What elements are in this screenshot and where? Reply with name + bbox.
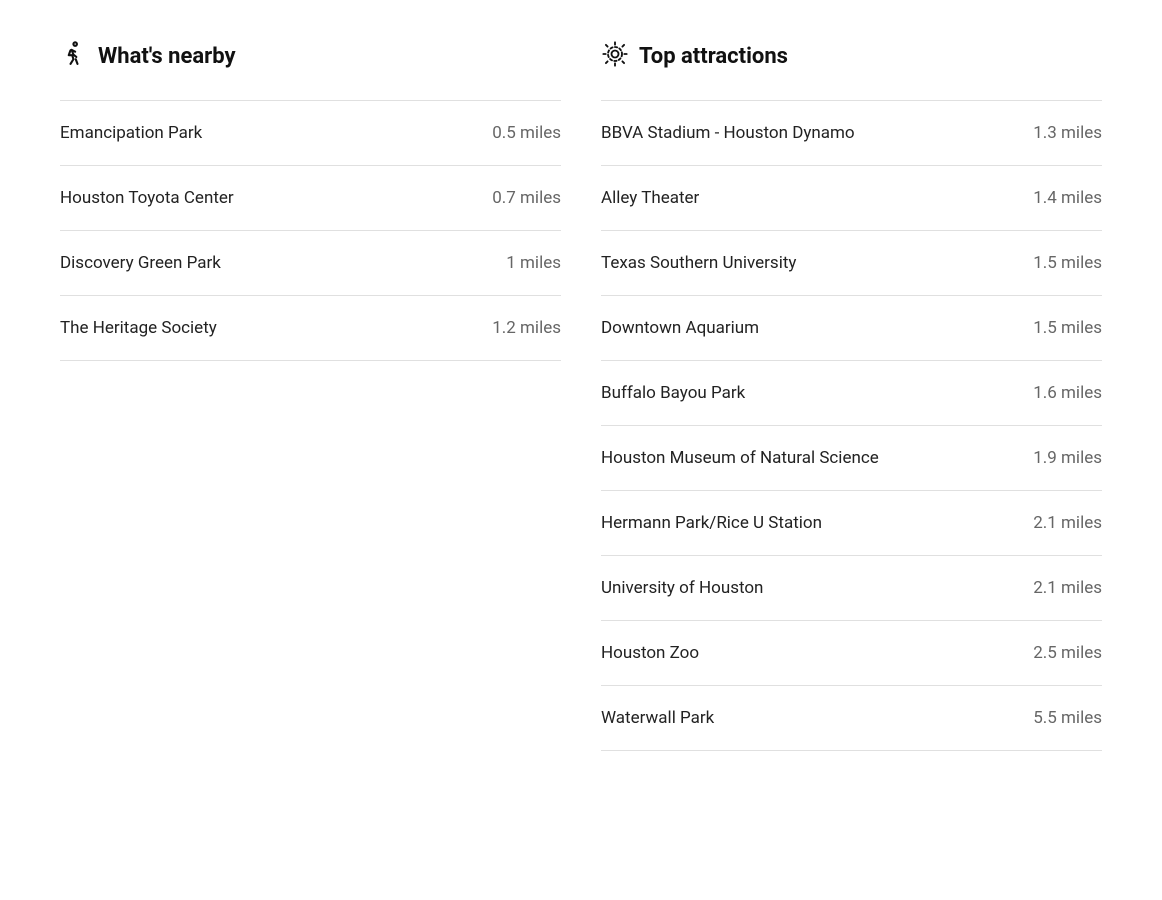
attraction-item-distance: 5.5 miles (1033, 708, 1102, 728)
attraction-item: Houston Zoo 2.5 miles (601, 621, 1102, 686)
attraction-item-name: Downtown Aquarium (601, 318, 759, 338)
nearby-item-distance: 0.5 miles (492, 123, 561, 143)
nearby-list: Emancipation Park 0.5 miles Houston Toyo… (60, 100, 561, 361)
attraction-item-name: Buffalo Bayou Park (601, 383, 745, 403)
attraction-item: Waterwall Park 5.5 miles (601, 686, 1102, 751)
attraction-item-distance: 2.1 miles (1033, 513, 1102, 533)
attraction-item: University of Houston 2.1 miles (601, 556, 1102, 621)
nearby-section: What's nearby Emancipation Park 0.5 mile… (60, 40, 561, 751)
attraction-item-distance: 1.4 miles (1033, 188, 1102, 208)
attraction-item-distance: 2.1 miles (1033, 578, 1102, 598)
attraction-item-name: University of Houston (601, 578, 763, 598)
attraction-item-name: BBVA Stadium - Houston Dynamo (601, 123, 855, 143)
nearby-item: The Heritage Society 1.2 miles (60, 296, 561, 361)
attraction-item: Houston Museum of Natural Science 1.9 mi… (601, 426, 1102, 491)
nearby-item-distance: 0.7 miles (492, 188, 561, 208)
attraction-item-distance: 1.6 miles (1033, 383, 1102, 403)
nearby-item: Houston Toyota Center 0.7 miles (60, 166, 561, 231)
attraction-item-name: Houston Museum of Natural Science (601, 448, 879, 468)
attractions-header: Top attractions (601, 40, 1102, 72)
attractions-list: BBVA Stadium - Houston Dynamo 1.3 miles … (601, 100, 1102, 751)
attraction-item-distance: 1.3 miles (1033, 123, 1102, 143)
nearby-item: Emancipation Park 0.5 miles (60, 100, 561, 166)
attractions-title: Top attractions (639, 44, 788, 69)
attraction-item-name: Texas Southern University (601, 253, 796, 273)
attractions-icon (601, 40, 629, 72)
attraction-item-distance: 2.5 miles (1033, 643, 1102, 663)
nearby-item: Discovery Green Park 1 miles (60, 231, 561, 296)
walk-icon (60, 40, 88, 72)
attraction-item: Alley Theater 1.4 miles (601, 166, 1102, 231)
attraction-item-name: Alley Theater (601, 188, 699, 208)
nearby-item-name: Discovery Green Park (60, 253, 221, 273)
attraction-item-distance: 1.9 miles (1033, 448, 1102, 468)
attraction-item: BBVA Stadium - Houston Dynamo 1.3 miles (601, 100, 1102, 166)
attraction-item-name: Hermann Park/Rice U Station (601, 513, 822, 533)
attraction-item-name: Houston Zoo (601, 643, 699, 663)
nearby-item-name: The Heritage Society (60, 318, 217, 338)
nearby-item-distance: 1.2 miles (492, 318, 561, 338)
nearby-item-distance: 1 miles (506, 253, 561, 273)
page-container: What's nearby Emancipation Park 0.5 mile… (0, 0, 1162, 791)
nearby-header: What's nearby (60, 40, 561, 72)
attraction-item-distance: 1.5 miles (1033, 253, 1102, 273)
attraction-item: Buffalo Bayou Park 1.6 miles (601, 361, 1102, 426)
nearby-item-name: Houston Toyota Center (60, 188, 234, 208)
nearby-title: What's nearby (98, 44, 236, 69)
attractions-section: Top attractions BBVA Stadium - Houston D… (601, 40, 1102, 751)
attraction-item-distance: 1.5 miles (1033, 318, 1102, 338)
attraction-item: Hermann Park/Rice U Station 2.1 miles (601, 491, 1102, 556)
nearby-item-name: Emancipation Park (60, 123, 202, 143)
attraction-item: Downtown Aquarium 1.5 miles (601, 296, 1102, 361)
attraction-item-name: Waterwall Park (601, 708, 714, 728)
attraction-item: Texas Southern University 1.5 miles (601, 231, 1102, 296)
